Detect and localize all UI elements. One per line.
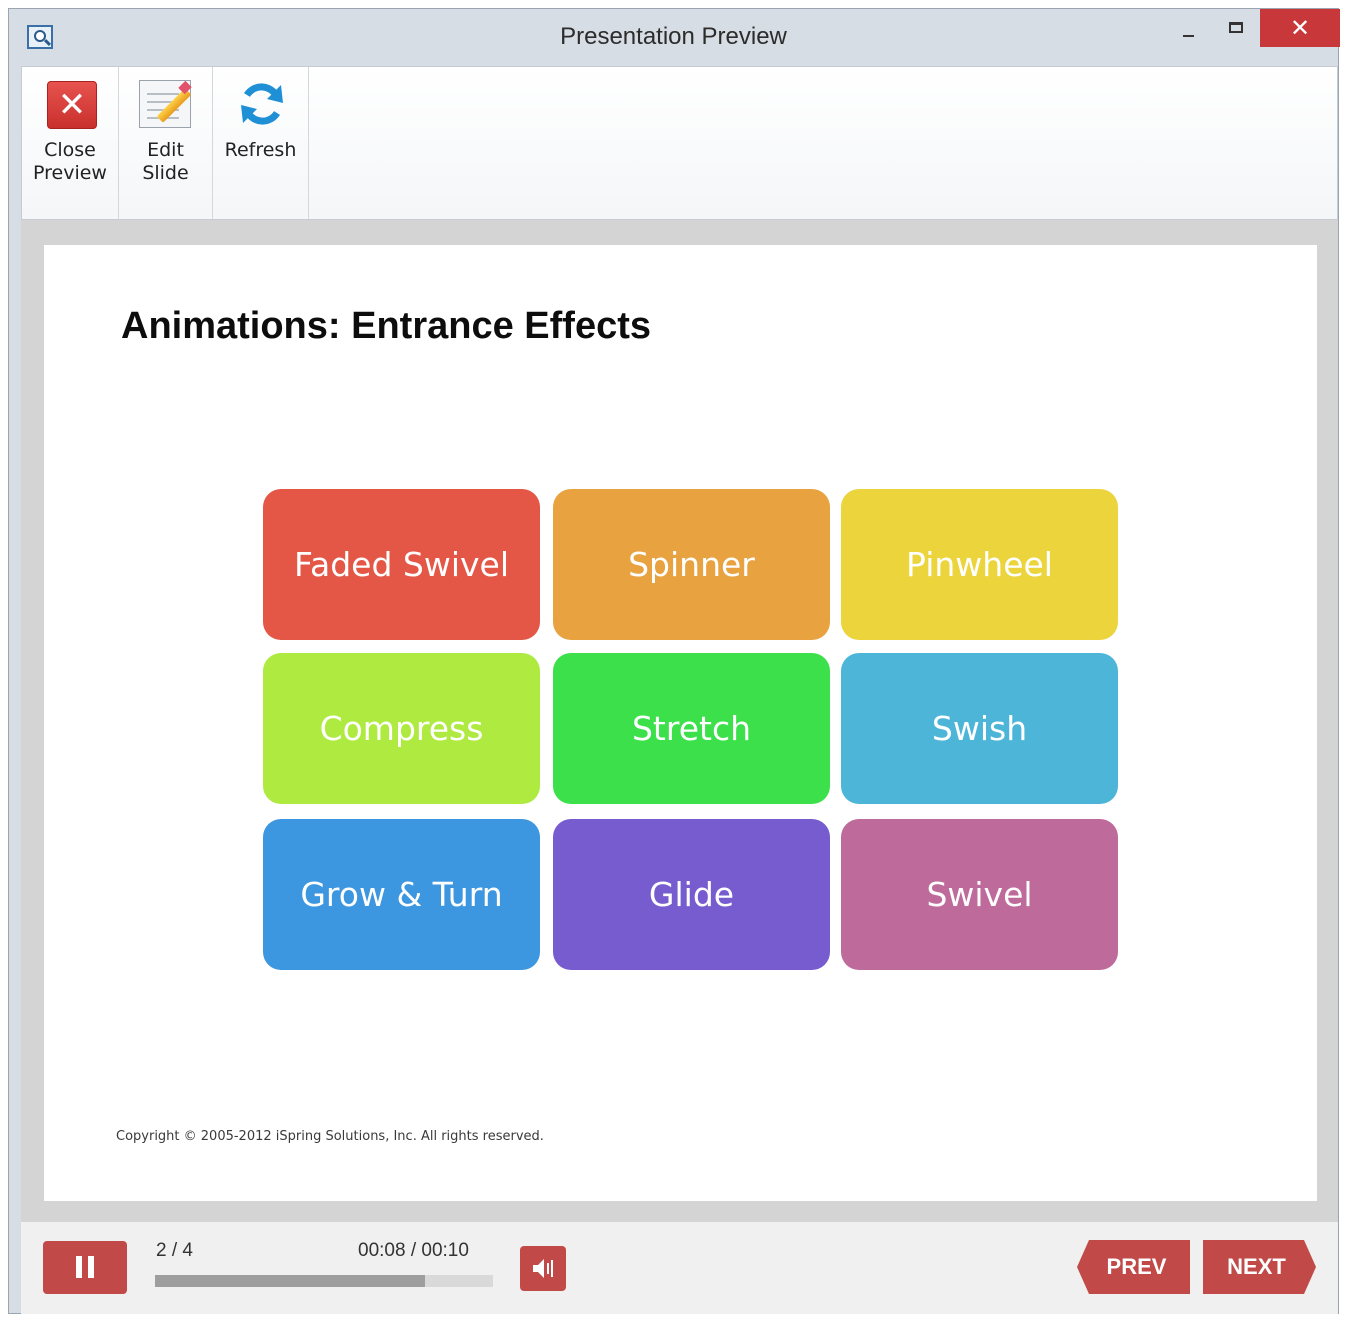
refresh-label: Refresh (224, 139, 297, 161)
progress-fill (155, 1275, 426, 1287)
tile-label: Pinwheel (906, 545, 1053, 584)
tile-label: Compress (319, 709, 484, 748)
slide-counter: 2 / 4 (156, 1240, 193, 1261)
volume-button[interactable] (520, 1246, 566, 1291)
progress-bar[interactable] (155, 1275, 493, 1287)
tile-grow-and-turn: Grow & Turn (263, 819, 540, 970)
tile-compress: Compress (263, 653, 540, 804)
playback-time: 00:08 / 00:10 (358, 1240, 469, 1261)
next-button[interactable]: NEXT (1203, 1240, 1316, 1294)
tile-label: Stretch (631, 709, 752, 748)
refresh-icon (241, 83, 283, 125)
edit-pencil-icon (139, 80, 192, 128)
tile-label: Faded Swivel (294, 545, 509, 584)
slide-title: Animations: Entrance Effects (121, 305, 651, 347)
title-bar[interactable]: Presentation Preview ✕ (9, 9, 1340, 66)
tile-spinner: Spinner (553, 489, 830, 640)
pause-button[interactable] (43, 1241, 127, 1294)
tile-swish: Swish (841, 653, 1118, 804)
maximize-button[interactable] (1214, 9, 1262, 47)
edit-slide-label: Edit Slide (142, 139, 189, 184)
refresh-button[interactable]: Refresh (213, 67, 309, 219)
window-close-button[interactable]: ✕ (1260, 9, 1340, 47)
tile-label: Swivel (926, 875, 1033, 914)
edit-slide-button[interactable]: Edit Slide (119, 67, 213, 219)
minimize-icon (1183, 35, 1194, 37)
tile-faded-swivel: Faded Swivel (263, 489, 540, 640)
tile-swivel: Swivel (841, 819, 1118, 970)
speaker-icon (533, 1259, 553, 1278)
tile-label: Spinner (628, 545, 755, 584)
toolbar: ✕ Close Preview Edit Slide Refresh (21, 66, 1338, 220)
close-preview-button[interactable]: ✕ Close Preview (22, 67, 119, 219)
tile-label: Swish (931, 709, 1028, 748)
close-preview-label: Close Preview (33, 139, 107, 184)
tile-pinwheel: Pinwheel (841, 489, 1118, 640)
close-icon: ✕ (1289, 14, 1311, 42)
tile-glide: Glide (553, 819, 830, 970)
prev-button[interactable]: PREV (1077, 1240, 1190, 1294)
player-controls: 2 / 4 00:08 / 00:10 PREV NEXT (21, 1222, 1338, 1314)
maximize-icon (1229, 22, 1243, 33)
preview-window: Presentation Preview ✕ ✕ Close Preview E… (8, 8, 1340, 1314)
slide-stage: Animations: Entrance Effects Faded Swive… (21, 220, 1338, 1222)
tile-label: Glide (648, 875, 735, 914)
slide-canvas: Animations: Entrance Effects Faded Swive… (44, 245, 1317, 1201)
minimize-button[interactable] (1169, 9, 1209, 47)
window-title: Presentation Preview (560, 23, 787, 50)
close-x-icon: ✕ (47, 81, 97, 129)
copyright-notice: Copyright © 2005-2012 iSpring Solutions,… (116, 1129, 544, 1144)
tile-label: Grow & Turn (300, 875, 503, 914)
tile-stretch: Stretch (553, 653, 830, 804)
